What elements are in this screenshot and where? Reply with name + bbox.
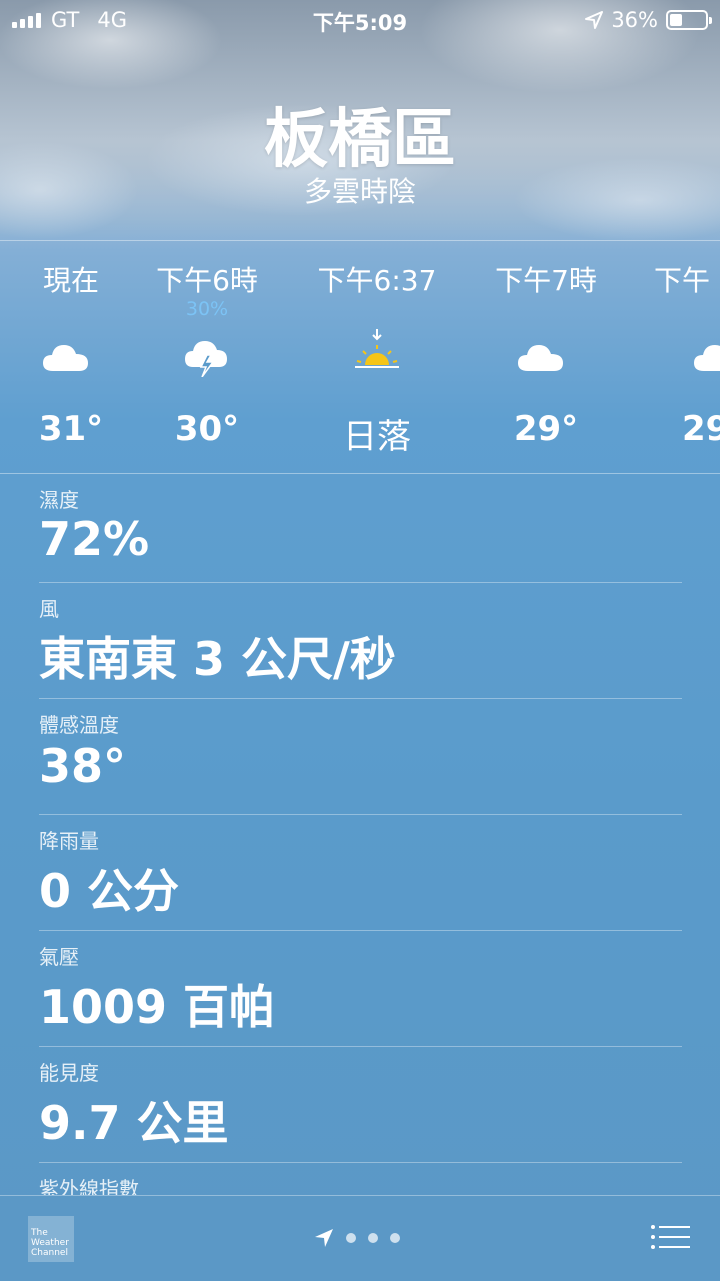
weather-condition: 多雲時陰 [303,175,416,208]
cloud-icon [466,327,626,377]
hour-time: 下午6時 [156,264,258,297]
detail-value: 72% [39,512,150,566]
location-arrow-icon [315,1229,333,1247]
detail-label: 降雨量 [39,829,99,853]
hour-temp: 30° [174,409,240,449]
detail-label: 風 [39,597,59,621]
detail-value: 東南東 3 公尺/秒 [39,632,396,686]
hour-temp: 29° [513,409,579,449]
detail-row-feels-like: 體感溫度 38° [39,699,682,815]
hour-time: 下午 [654,264,711,297]
detail-row-precipitation: 降雨量 0 公分 [39,815,682,931]
hour-precip: 30% [185,298,229,320]
battery-icon [666,10,712,30]
status-bar: GT 4G 下午5:09 36% [0,0,720,40]
detail-row-pressure: 氣壓 1009 百帕 [39,931,682,1047]
hour-temp: 29 [682,409,720,449]
detail-label: 濕度 [39,488,79,512]
detail-value: 1009 百帕 [39,980,276,1034]
detail-label: 能見度 [39,1061,99,1085]
detail-value: 0 公分 [39,864,180,918]
page-dot [390,1233,400,1243]
hour-temp: 日落 [343,417,411,457]
detail-value: 9.7 公里 [39,1096,229,1150]
list-icon[interactable] [650,1224,690,1250]
detail-label: 體感溫度 [39,713,119,737]
detail-row-visibility: 能見度 9.7 公里 [39,1047,682,1163]
detail-row-wind: 風 東南東 3 公尺/秒 [39,583,682,699]
sunset-icon [297,327,457,377]
weather-details[interactable]: 濕度 72% 風 東南東 3 公尺/秒 體感溫度 38° 降雨量 0 公分 氣壓… [39,472,682,1213]
hourly-forecast[interactable]: 現在 31° 下午6時 30% 30° 下午6:37 日落 下午7時 29° 下… [0,240,720,474]
location-services-icon [585,11,604,29]
bottom-toolbar: The Weather Channel [0,1195,720,1281]
cloud-icon [636,327,720,377]
page-dot [346,1233,356,1243]
page-indicator[interactable] [314,1228,400,1248]
hour-time: 下午6:37 [317,264,437,297]
detail-row-humidity: 濕度 72% [39,472,682,583]
city-name: 板橋區 [264,103,456,177]
detail-value: 38° [39,739,127,793]
page-dot [368,1233,378,1243]
thunderstorm-icon [127,327,287,378]
detail-label: 氣壓 [39,945,79,969]
battery-percent: 36% [611,8,658,32]
weather-channel-logo[interactable]: The Weather Channel [28,1216,74,1262]
hour-time: 下午7時 [495,264,597,297]
